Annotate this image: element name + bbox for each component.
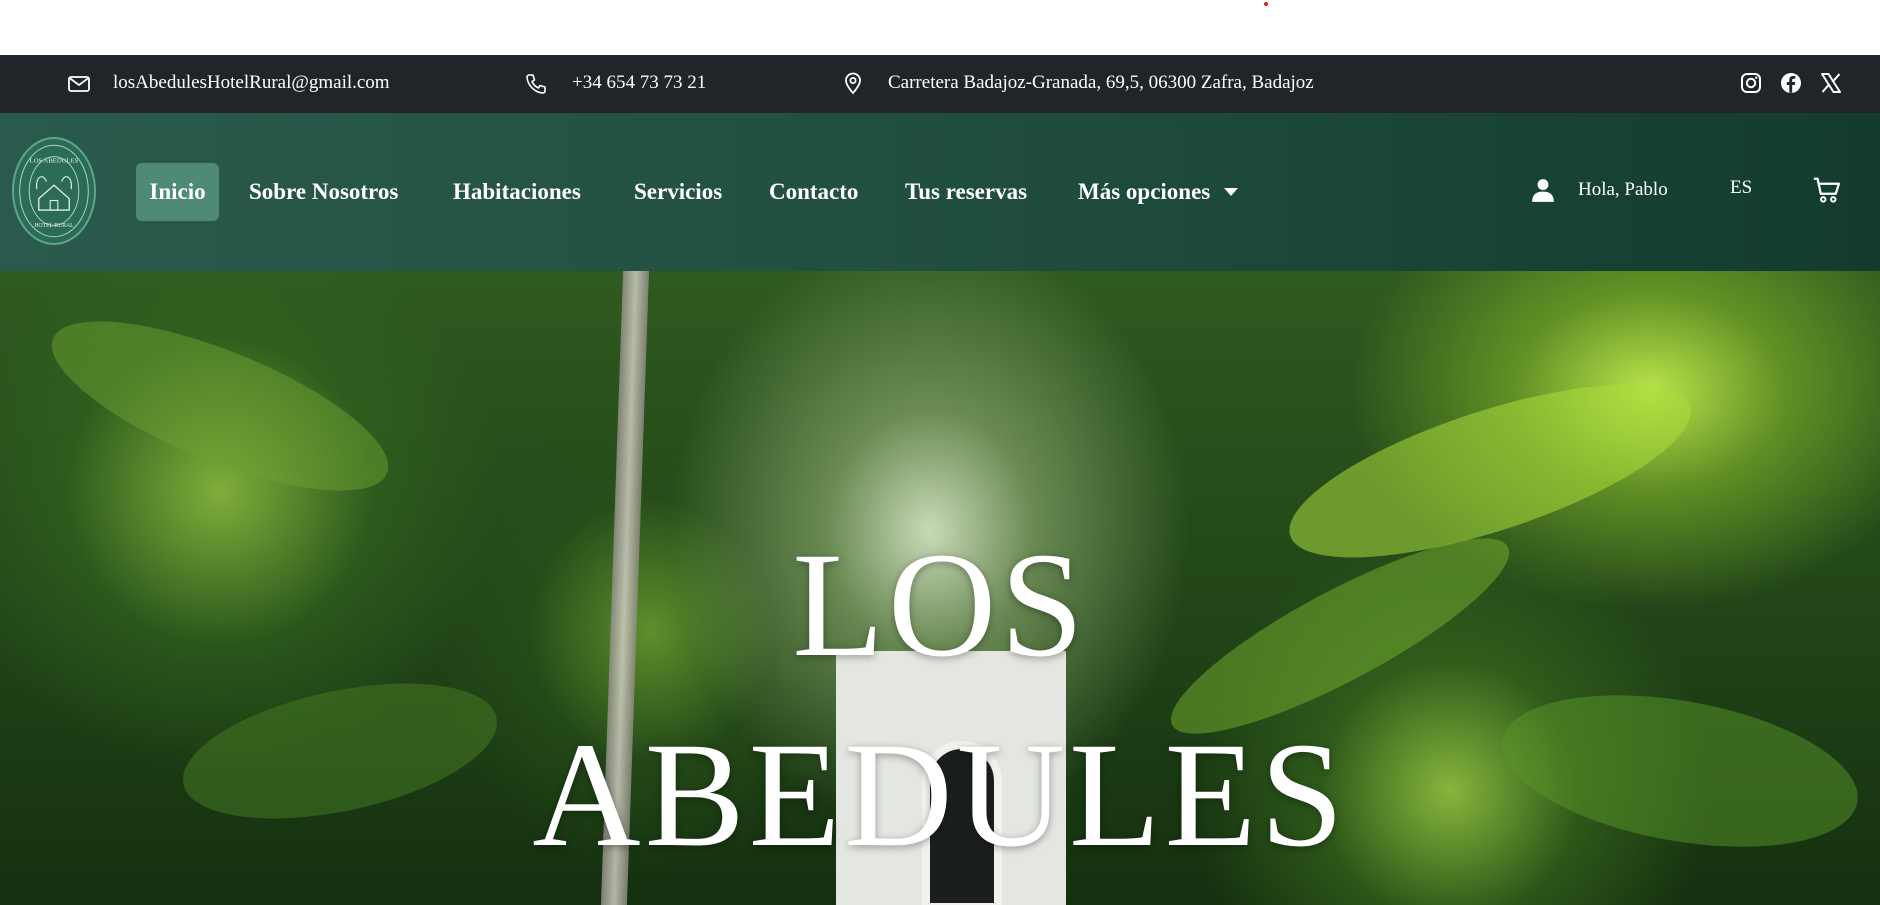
nav-mas-opciones-label: Más opciones xyxy=(1078,179,1211,204)
hero-foliage xyxy=(32,287,408,525)
cart-icon[interactable] xyxy=(1812,175,1842,205)
hero-title-line1: LOS xyxy=(792,522,1088,688)
nav-tus-reservas[interactable]: Tus reservas xyxy=(895,163,1037,221)
hotel-logo[interactable]: LOS ABEDULES HOTEL RURAL xyxy=(12,137,96,245)
svg-text:HOTEL RURAL: HOTEL RURAL xyxy=(34,223,74,229)
hero-title-line2: ABEDULES xyxy=(532,712,1348,878)
instagram-icon[interactable] xyxy=(1739,71,1763,95)
nav-habitaciones[interactable]: Habitaciones xyxy=(443,163,591,221)
browser-blank-area xyxy=(0,0,1880,55)
contact-topbar: losAbedulesHotelRural@gmail.com +34 654 … xyxy=(0,55,1880,113)
phone-icon xyxy=(526,74,546,94)
map-pin-icon xyxy=(845,72,861,95)
nav-mas-opciones-dropdown[interactable]: Más opciones xyxy=(1068,163,1248,221)
contact-email[interactable]: losAbedulesHotelRural@gmail.com xyxy=(113,72,390,94)
hotel-logo-emblem: LOS ABEDULES HOTEL RURAL xyxy=(19,144,89,238)
user-greeting: Hola, Pablo xyxy=(1578,179,1668,200)
user-menu[interactable]: Hola, Pablo xyxy=(1530,177,1668,203)
contact-phone[interactable]: +34 654 73 73 21 xyxy=(572,72,706,94)
nav-inicio[interactable]: Inicio xyxy=(136,163,219,221)
x-icon[interactable] xyxy=(1819,71,1843,95)
caret-down-icon xyxy=(1224,188,1239,196)
facebook-icon[interactable] xyxy=(1779,71,1803,95)
contact-address[interactable]: Carretera Badajoz-Granada, 69,5, 06300 Z… xyxy=(888,72,1314,94)
main-navbar: LOS ABEDULES HOTEL RURAL Inicio Sobre No… xyxy=(0,113,1880,271)
nav-servicios[interactable]: Servicios xyxy=(624,163,732,221)
language-selector[interactable]: ES xyxy=(1730,177,1752,199)
nav-sobre-nosotros[interactable]: Sobre Nosotros xyxy=(239,163,408,221)
nav-contacto[interactable]: Contacto xyxy=(759,163,868,221)
indicator-dot xyxy=(1264,2,1268,6)
user-icon xyxy=(1532,179,1554,202)
envelope-icon xyxy=(68,76,90,92)
svg-text:LOS ABEDULES: LOS ABEDULES xyxy=(30,157,79,164)
